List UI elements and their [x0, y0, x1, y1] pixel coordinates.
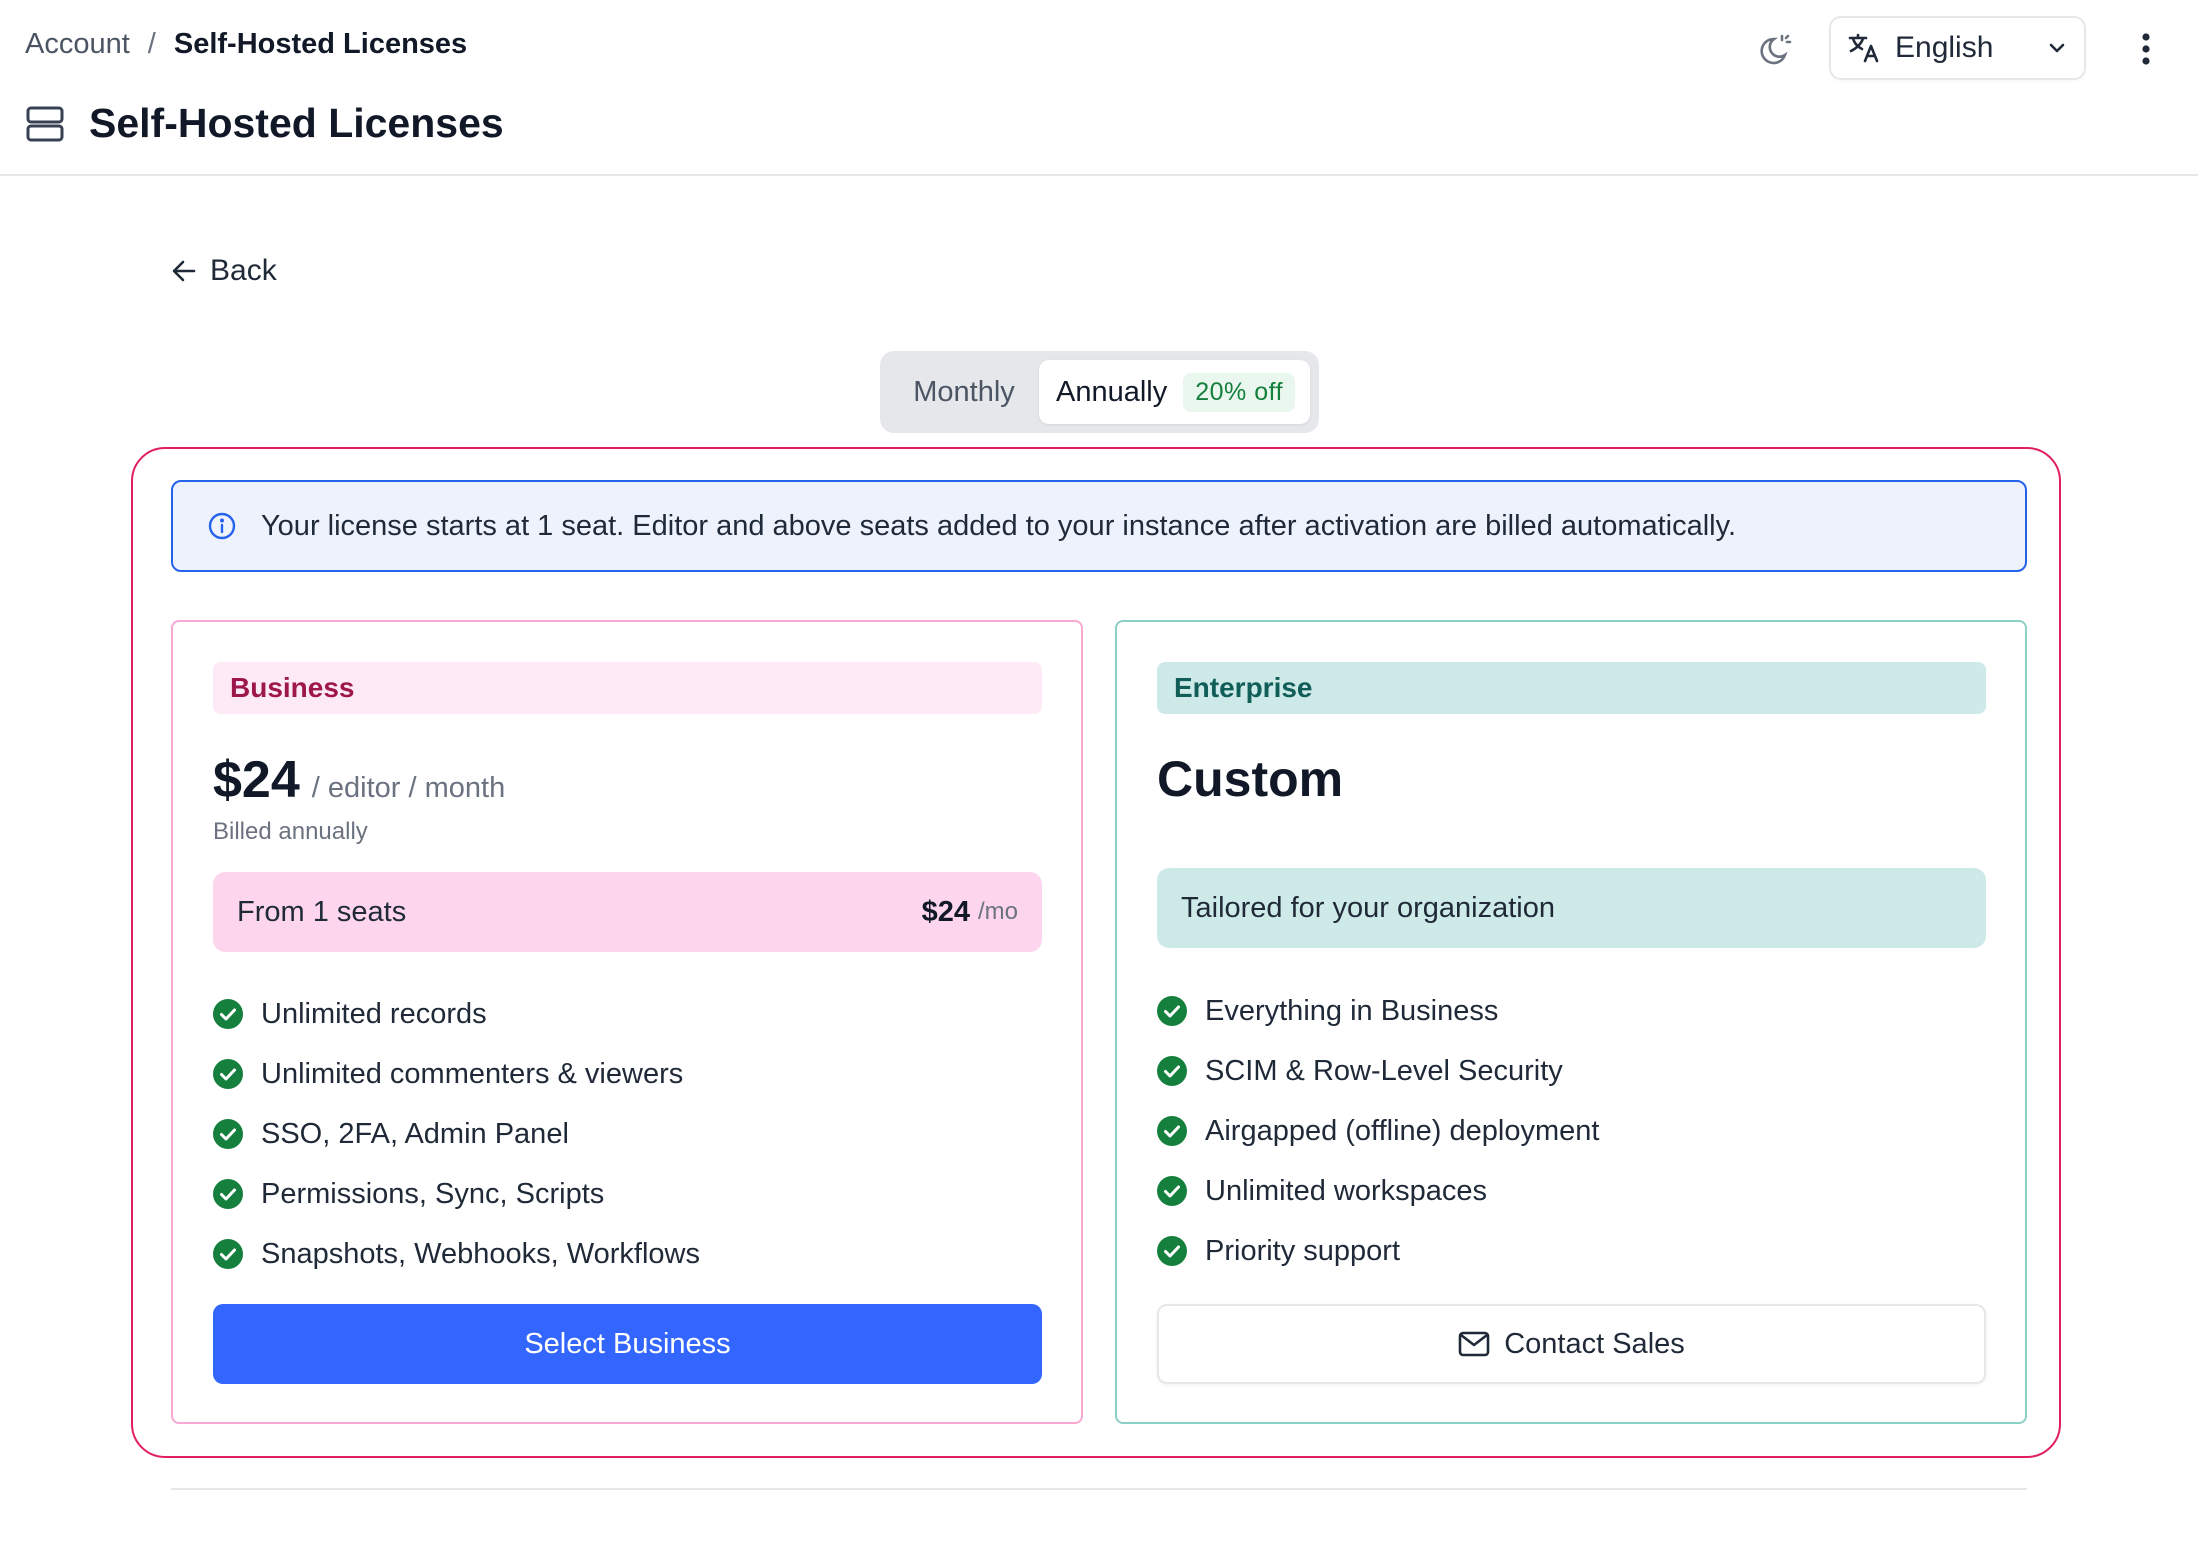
check-circle-icon	[213, 1179, 243, 1209]
seats-summary: From 1 seats $24 /mo	[213, 872, 1042, 952]
check-circle-icon	[213, 1239, 243, 1269]
check-circle-icon	[213, 999, 243, 1029]
arrow-left-icon	[172, 260, 196, 282]
check-circle-icon	[1157, 996, 1187, 1026]
price-amount: $24	[213, 751, 300, 809]
back-label: Back	[210, 254, 277, 287]
feature-item: SSO, 2FA, Admin Panel	[213, 1104, 700, 1164]
toggle-annually-label: Annually	[1056, 375, 1168, 408]
info-banner-text: Your license starts at 1 seat. Editor an…	[261, 509, 1737, 542]
plan-tag-business: Business	[213, 662, 1042, 714]
check-circle-icon	[1157, 1236, 1187, 1266]
section-divider	[171, 1488, 2027, 1490]
tailored-note: Tailored for your organization	[1157, 868, 1986, 948]
language-label: English	[1895, 31, 1994, 64]
check-circle-icon	[213, 1059, 243, 1089]
seats-label: From 1 seats	[237, 895, 407, 928]
feature-label: Snapshots, Webhooks, Workflows	[261, 1237, 700, 1270]
check-circle-icon	[1157, 1116, 1187, 1146]
language-select[interactable]: English	[1829, 16, 2086, 80]
feature-item: Airgapped (offline) deployment	[1157, 1101, 1599, 1161]
feature-item: Snapshots, Webhooks, Workflows	[213, 1224, 700, 1284]
plan-tag-enterprise: Enterprise	[1157, 662, 1986, 714]
feature-label: Permissions, Sync, Scripts	[261, 1177, 605, 1210]
feature-item: Unlimited workspaces	[1157, 1161, 1599, 1221]
feature-item: Priority support	[1157, 1221, 1599, 1281]
translate-icon	[1848, 33, 1879, 63]
feature-label: SCIM & Row-Level Security	[1205, 1054, 1563, 1087]
billing-period-toggle: Monthly Annually 20% off	[880, 351, 1319, 433]
feature-label: Everything in Business	[1205, 994, 1499, 1027]
feature-label: Airgapped (offline) deployment	[1205, 1114, 1600, 1147]
feature-label: Unlimited records	[261, 997, 487, 1030]
theme-toggle-icon	[1760, 34, 1792, 65]
page-title-row: Self-Hosted Licenses	[25, 100, 504, 147]
feature-label: Unlimited workspaces	[1205, 1174, 1488, 1207]
feature-label: Unlimited commenters & viewers	[261, 1057, 684, 1090]
price-unit: / editor / month	[311, 772, 506, 804]
info-banner: Your license starts at 1 seat. Editor an…	[171, 480, 2027, 572]
check-circle-icon	[1157, 1056, 1187, 1086]
feature-item: Unlimited commenters & viewers	[213, 1044, 700, 1104]
breadcrumb-separator: /	[147, 28, 156, 60]
feature-item: Unlimited records	[213, 984, 700, 1044]
contact-sales-label: Contact Sales	[1504, 1327, 1685, 1360]
plan-card-enterprise: Enterprise Custom Tailored for your orga…	[1115, 620, 2027, 1424]
info-icon	[208, 512, 236, 540]
feature-item: SCIM & Row-Level Security	[1157, 1041, 1599, 1101]
server-icon	[26, 106, 64, 141]
back-button[interactable]: Back	[170, 254, 277, 288]
toggle-monthly[interactable]: Monthly	[889, 360, 1039, 424]
billed-note: Billed annually	[213, 818, 368, 845]
plan-card-business: Business $24 / editor / month Billed ann…	[171, 620, 1083, 1424]
top-header: Account / Self-Hosted Licenses Self-Host…	[0, 0, 2198, 176]
toggle-annually[interactable]: Annually 20% off	[1039, 360, 1310, 424]
more-vertical-icon	[2142, 33, 2150, 65]
theme-toggle-button[interactable]	[1752, 28, 1796, 72]
feature-label: Priority support	[1205, 1234, 1401, 1267]
seats-unit: /mo	[977, 898, 1018, 925]
chevron-down-icon	[2049, 43, 2065, 53]
contact-sales-button[interactable]: Contact Sales	[1157, 1304, 1986, 1384]
breadcrumb-account-link[interactable]: Account	[25, 28, 130, 61]
select-business-button[interactable]: Select Business	[213, 1304, 1042, 1384]
price-custom: Custom	[1157, 751, 1344, 807]
feature-label: SSO, 2FA, Admin Panel	[261, 1117, 569, 1150]
seats-price: $24	[921, 895, 970, 928]
more-options-button[interactable]	[2128, 26, 2164, 72]
price-row: $24 / editor / month	[213, 750, 505, 810]
discount-badge: 20% off	[1183, 372, 1296, 412]
breadcrumb-current: Self-Hosted Licenses	[173, 28, 468, 60]
feature-item: Permissions, Sync, Scripts	[213, 1164, 700, 1224]
feature-list: Everything in Business SCIM & Row-Level …	[1157, 981, 1599, 1281]
check-circle-icon	[1157, 1176, 1187, 1206]
feature-item: Everything in Business	[1157, 981, 1599, 1041]
page-title: Self-Hosted Licenses	[89, 100, 504, 146]
check-circle-icon	[213, 1119, 243, 1149]
breadcrumb: Account / Self-Hosted Licenses	[25, 28, 467, 61]
mail-icon	[1458, 1331, 1490, 1357]
feature-list: Unlimited records Unlimited commenters &…	[213, 984, 700, 1284]
